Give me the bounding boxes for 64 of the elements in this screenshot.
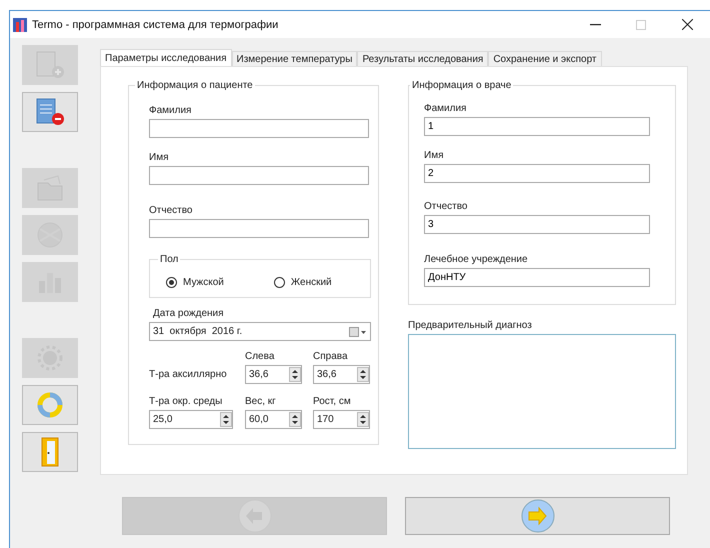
number-value: 36,6 xyxy=(249,369,268,380)
number-field[interactable]: 60,0 xyxy=(245,410,302,429)
measure-label: Т-ра окр. среды xyxy=(149,396,224,407)
tab[interactable]: Параметры исследования xyxy=(100,49,232,66)
input-field[interactable] xyxy=(149,166,369,185)
date-value: 31 октября 2016 г. xyxy=(153,326,242,337)
number-field[interactable]: 170 xyxy=(313,410,370,429)
input-field[interactable] xyxy=(149,119,369,138)
spinner-arrows-icon[interactable] xyxy=(220,412,232,427)
radio-icon[interactable] xyxy=(274,276,285,288)
field-label: Имя xyxy=(149,152,170,163)
spinner-arrows-icon[interactable] xyxy=(289,412,301,427)
measure-label: Вес, кг xyxy=(245,396,277,407)
calendar-dropdown-icon[interactable] xyxy=(349,326,367,336)
field-label: Имя xyxy=(424,150,444,161)
tab[interactable]: Измерение температуры xyxy=(232,51,358,66)
number-field[interactable]: 36,6 xyxy=(313,365,370,384)
number-value: 25,0 xyxy=(153,414,172,425)
field-label: Отчество xyxy=(424,201,468,212)
number-value: 60,0 xyxy=(249,414,268,425)
field-label: Фамилия xyxy=(149,105,192,116)
input-field[interactable]: 1 xyxy=(424,117,650,136)
input-field[interactable]: 2 xyxy=(424,164,650,183)
toolbar-button[interactable] xyxy=(22,432,78,472)
field-label: Фамилия xyxy=(424,103,468,114)
input-field[interactable]: 3 xyxy=(424,215,650,234)
number-field[interactable]: 36,6 xyxy=(245,365,302,384)
next-button[interactable] xyxy=(405,497,670,535)
radio-icon[interactable] xyxy=(166,276,177,288)
tab[interactable]: Результаты исследования xyxy=(357,51,488,66)
date-picker[interactable]: 31 октября 2016 г. xyxy=(149,322,371,341)
group-legend: Информация о враче xyxy=(410,80,514,91)
window-title: Termo - программная система для термографии xyxy=(32,18,280,30)
minimize-icon[interactable] xyxy=(590,24,600,26)
input-field[interactable] xyxy=(149,219,369,238)
spinner-arrows-icon[interactable] xyxy=(357,367,369,382)
spinner-arrows-icon[interactable] xyxy=(289,367,301,382)
field-label: Лечебное учреждение xyxy=(424,254,529,265)
close-icon[interactable] xyxy=(682,19,692,30)
field-label: Отчество xyxy=(149,205,194,216)
group-legend: Информация о пациенте xyxy=(135,80,255,91)
field-label: Предварительный диагноз xyxy=(408,320,533,331)
number-value: 170 xyxy=(317,414,334,425)
radio-option[interactable]: Мужской xyxy=(166,276,224,288)
measure-label: Слева xyxy=(245,351,276,362)
radio-label: Женский xyxy=(290,276,332,288)
measure-label: Справа xyxy=(313,351,349,362)
spinner-arrows-icon[interactable] xyxy=(357,412,369,427)
field-label: Дата рождения xyxy=(153,308,225,319)
number-value: 36,6 xyxy=(317,369,336,380)
app-logo-icon xyxy=(13,18,27,32)
input-field[interactable]: ДонНТУ xyxy=(424,268,650,287)
toolbar-button[interactable] xyxy=(22,92,78,132)
measure-label: Рост, см xyxy=(313,396,352,407)
tab[interactable]: Сохранение и экспорт xyxy=(488,51,602,66)
document-plus-icon xyxy=(34,50,66,80)
toolbar-button[interactable] xyxy=(22,385,78,425)
radio-option[interactable]: Женский xyxy=(274,276,332,288)
diagnosis-field[interactable] xyxy=(408,334,676,449)
group-legend: Пол xyxy=(158,254,180,265)
measure-label: Т-ра аксиллярно xyxy=(149,369,228,382)
document-delete-icon xyxy=(34,97,66,127)
number-field[interactable]: 25,0 xyxy=(149,410,233,429)
radio-label: Мужской xyxy=(183,276,224,288)
